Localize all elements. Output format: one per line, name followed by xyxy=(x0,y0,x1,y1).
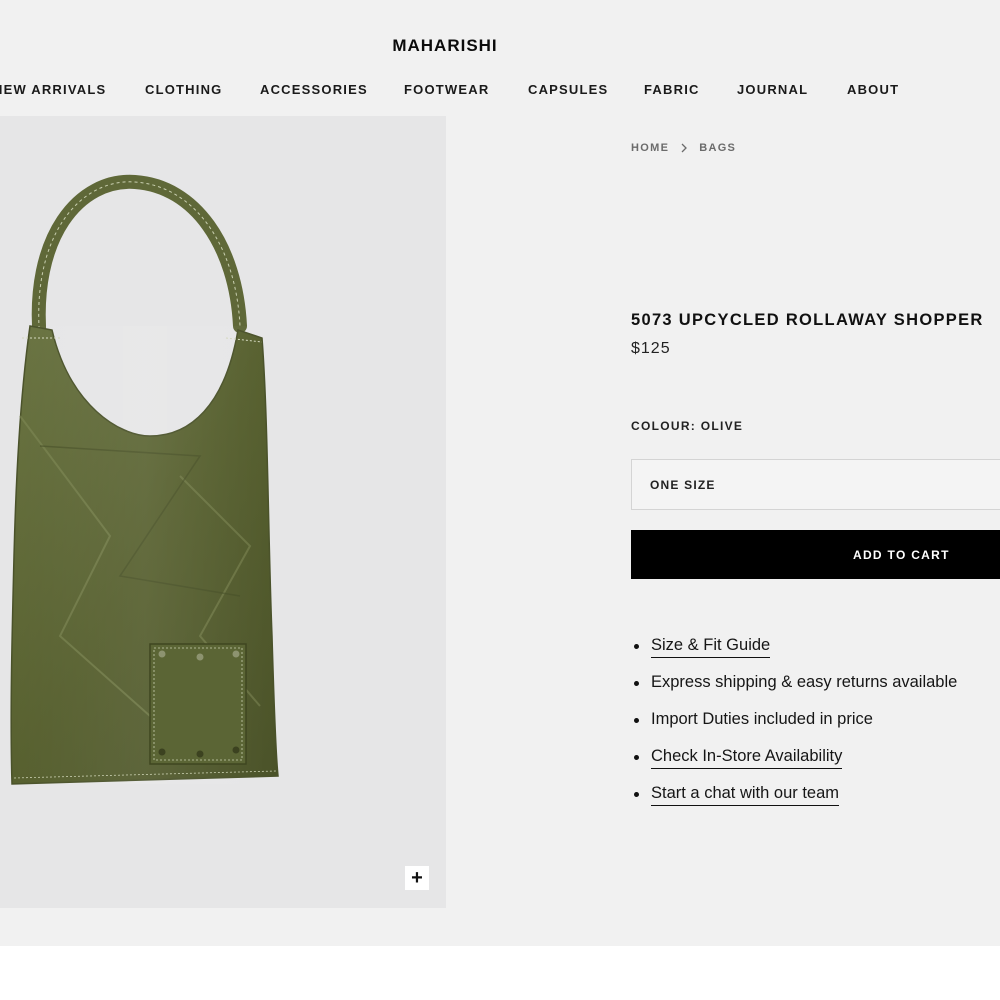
check-availability-link[interactable]: Check In-Store Availability xyxy=(651,747,843,769)
nav-fabric[interactable]: FABRIC xyxy=(644,82,700,97)
breadcrumb-home[interactable]: HOME xyxy=(631,142,669,154)
nav-footwear[interactable]: FOOTWEAR xyxy=(404,82,489,97)
add-to-cart-button[interactable]: ADD TO CART xyxy=(631,530,1000,579)
product-title: 5073 UPCYCLED ROLLAWAY SHOPPER xyxy=(631,311,984,329)
nav-about[interactable]: ABOUT xyxy=(847,82,899,97)
bullet-icon xyxy=(634,755,639,760)
product-colour: COLOUR: OLIVE xyxy=(631,419,744,433)
size-select-value: ONE SIZE xyxy=(650,478,716,492)
breadcrumb-bags[interactable]: BAGS xyxy=(699,142,736,154)
nav-accessories[interactable]: ACCESSORIES xyxy=(260,82,368,97)
list-item: Size & Fit Guide xyxy=(634,636,957,673)
shipping-info: Express shipping & easy returns availabl… xyxy=(651,673,958,691)
nav-new-arrivals[interactable]: NEW ARRIVALS xyxy=(0,82,106,97)
breadcrumb: HOME BAGS xyxy=(631,142,736,154)
start-chat-link[interactable]: Start a chat with our team xyxy=(651,784,840,806)
add-to-cart-label: ADD TO CART xyxy=(853,548,950,562)
size-select[interactable]: ONE SIZE xyxy=(631,459,1000,510)
product-page: MAHARISHI NEW ARRIVALS CLOTHING ACCESSOR… xyxy=(0,0,1000,946)
list-item: Start a chat with our team xyxy=(634,784,957,821)
list-item: Import Duties included in price xyxy=(634,710,957,747)
product-info-list: Size & Fit Guide Express shipping & easy… xyxy=(634,636,957,821)
size-fit-guide-link[interactable]: Size & Fit Guide xyxy=(651,636,771,658)
duties-info: Import Duties included in price xyxy=(651,710,873,728)
nav-journal[interactable]: JOURNAL xyxy=(737,82,808,97)
bullet-icon xyxy=(634,644,639,649)
chevron-right-icon xyxy=(681,143,688,153)
bullet-icon xyxy=(634,681,639,686)
brand-logo[interactable]: MAHARISHI xyxy=(0,36,890,56)
product-price: $125 xyxy=(631,340,671,357)
bullet-icon xyxy=(634,718,639,723)
product-image-gallery[interactable] xyxy=(0,116,446,908)
list-item: Check In-Store Availability xyxy=(634,747,957,784)
nav-capsules[interactable]: CAPSULES xyxy=(528,82,608,97)
bullet-icon xyxy=(634,792,639,797)
zoom-plus-icon[interactable]: + xyxy=(405,866,429,890)
product-image xyxy=(10,174,279,785)
list-item: Express shipping & easy returns availabl… xyxy=(634,673,957,710)
nav-clothing[interactable]: CLOTHING xyxy=(145,82,222,97)
